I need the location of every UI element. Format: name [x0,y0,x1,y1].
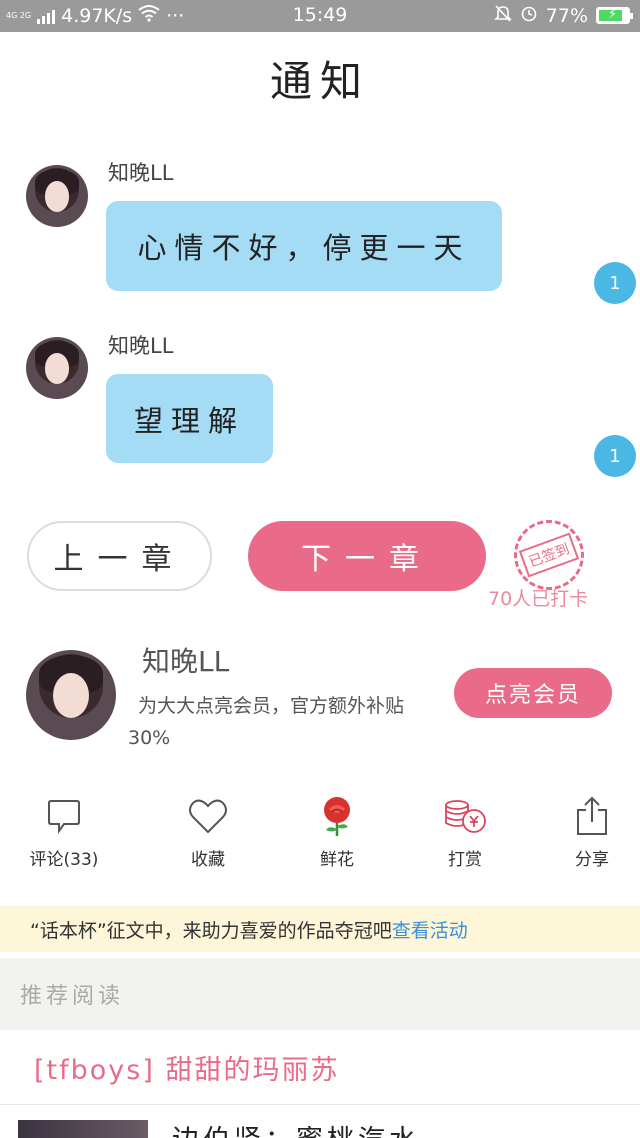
comment-icon [9,795,119,837]
prev-chapter-button[interactable]: 上一章 [27,521,212,591]
rose-icon [282,795,392,837]
flower-button[interactable]: 鲜花 [282,795,392,870]
author-name: 知晚LL [142,645,230,678]
favorite-button[interactable]: 收藏 [153,795,263,870]
share-label: 分享 [575,850,609,870]
message-bubble: 心情不好，停更一天 [106,201,502,291]
recommend-item-title[interactable]: 边伯贤：蜜桃汽水 [172,1118,420,1138]
reward-button[interactable]: 打赏 [410,795,520,870]
page-title: 通知 [269,57,370,106]
action-bar: 评论(33) 收藏 鲜花 打赏 分享 [0,795,640,870]
coins-icon [410,795,520,837]
member-description: 为大大点亮会员，官方额外补贴30% [128,695,405,749]
message-badge: 1 [594,435,636,477]
banner-text: “话本杯”征文中，来助力喜爱的作品夺冠吧 [30,919,392,942]
checkin-count: 70人已打卡 [488,588,589,610]
author-avatar[interactable] [26,650,116,740]
view-event-link[interactable]: 查看活动 [392,916,468,943]
sender-name: 知晚LL [108,334,174,358]
favorite-label: 收藏 [191,850,225,870]
next-chapter-button[interactable]: 下一章 [248,521,486,591]
event-banner[interactable]: “话本杯”征文中，来助力喜爱的作品夺冠吧 查看活动 [0,906,640,952]
recommend-item-thumbnail[interactable] [18,1120,148,1138]
recommend-header: 推荐阅读 [0,958,640,1030]
activate-member-button[interactable]: 点亮会员 [454,668,612,718]
mute-icon [493,4,512,27]
share-button[interactable]: 分享 [537,795,640,870]
reward-label: 打赏 [448,850,482,870]
sender-avatar[interactable] [26,337,88,399]
heart-icon [153,795,263,837]
divider [0,1104,640,1105]
stamp-label: 已签到 [518,532,580,578]
charging-icon: ⚡ [608,7,618,22]
status-bar: 4G 2G 4.97K/s ··· 15:49 77% ⚡ [0,0,640,32]
share-icon [537,795,640,837]
battery-percent: 77% [545,4,588,27]
comment-label: 评论(33) [29,850,99,870]
flower-label: 鲜花 [320,850,354,870]
sender-avatar[interactable] [26,165,88,227]
message-bubble: 望理解 [106,374,273,463]
alarm-icon [520,4,538,27]
status-right: 77% ⚡ [493,4,633,27]
battery-icon: ⚡ [596,7,633,24]
sender-name: 知晚LL [108,161,174,185]
comment-button[interactable]: 评论(33) [9,795,119,870]
recommend-item-title[interactable]: [tfboys] 甜甜的玛丽苏 [34,1048,339,1087]
message-badge: 1 [594,262,636,304]
